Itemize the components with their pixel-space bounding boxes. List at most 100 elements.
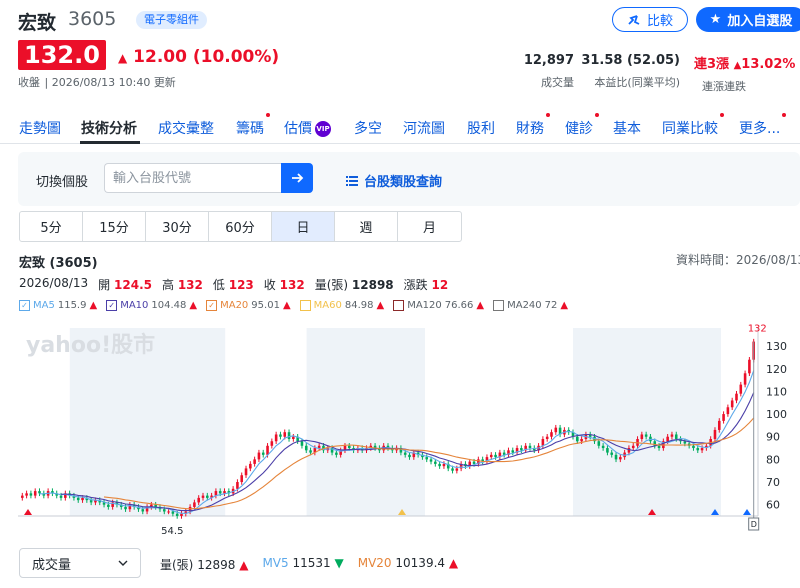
- mv20-value: MV20 10139.4 ▲: [357, 556, 459, 570]
- candle-body: [206, 495, 209, 498]
- candle-body: [520, 448, 523, 451]
- category-search-link[interactable]: 台股類股查詢: [346, 171, 442, 190]
- candle-body: [218, 491, 222, 494]
- last-price-label: 132: [748, 324, 767, 335]
- candle-body: [236, 482, 239, 489]
- candle-body: [528, 445, 532, 449]
- nav-more[interactable]: 更多...: [739, 113, 787, 138]
- candle-body: [76, 497, 80, 501]
- candle-body: [722, 414, 725, 421]
- candle-body: [33, 491, 37, 496]
- candle-body: [257, 452, 261, 460]
- nav-peers[interactable]: 同業比較: [662, 113, 724, 138]
- stat-volume-label: 成交量: [541, 76, 574, 89]
- candle-body: [266, 445, 269, 455]
- candle-body: [631, 445, 635, 449]
- candle-body: [580, 438, 583, 442]
- candle-body: [429, 459, 433, 462]
- add-watchlist-button[interactable]: ★ 加入自選股: [696, 7, 800, 32]
- ma-toggle-ma20[interactable]: ✓ MA20 95.01 ▲: [206, 300, 291, 311]
- checkbox-icon: ✓: [106, 300, 118, 311]
- nav-health[interactable]: 健診: [565, 113, 599, 138]
- candle-body: [283, 432, 287, 437]
- nav-trades[interactable]: 成交彙整: [158, 118, 214, 138]
- candle-body: [279, 434, 282, 437]
- compare-icon: [628, 14, 640, 25]
- period-tab-day[interactable]: 日: [272, 212, 335, 241]
- candle-body: [717, 420, 721, 430]
- compare-button[interactable]: 比較: [612, 7, 688, 32]
- chart-title: 宏致 (3605): [19, 256, 98, 271]
- date-marker-label: D: [751, 520, 757, 529]
- candle-body: [201, 495, 205, 498]
- nav-financial[interactable]: 財務: [516, 113, 550, 138]
- nav-valuation[interactable]: 估價 VIP: [284, 118, 331, 138]
- nav-basic[interactable]: 基本: [613, 118, 641, 138]
- candle-body: [735, 393, 738, 401]
- category-tag[interactable]: 電子零組件: [136, 11, 207, 29]
- ma-toggle-ma120[interactable]: MA120 76.66 ▲: [393, 300, 484, 311]
- candle-body: [644, 434, 648, 437]
- stock-header: 宏致 3605 電子零組件 比較 ★ 加入自選股 132.0 ▲ 12.00 (…: [0, 0, 800, 100]
- candle-body: [700, 448, 704, 451]
- checkbox-icon: [393, 300, 405, 311]
- candle-body: [726, 407, 730, 415]
- candle-body: [739, 384, 743, 394]
- market-status-label: 收盤: [18, 76, 40, 89]
- period-tab-5min[interactable]: 5分: [20, 212, 83, 241]
- period-tab-15min[interactable]: 15分: [83, 212, 146, 241]
- period-tab-month[interactable]: 月: [398, 212, 461, 241]
- candle-body: [425, 457, 429, 460]
- candle-body: [141, 509, 145, 512]
- ohlc-volume: 量(張) 12898: [314, 278, 394, 292]
- candle-body: [408, 454, 411, 458]
- candle-body: [511, 450, 515, 453]
- stock-name: 宏致: [18, 12, 57, 34]
- candle-body: [244, 468, 248, 476]
- data-time: 資料時間：2026/08/13: [676, 253, 800, 267]
- period-tab-30min[interactable]: 30分: [146, 212, 209, 241]
- nav-longshort[interactable]: 多空: [354, 118, 382, 138]
- ohlc-high: 高 132: [161, 278, 203, 292]
- ma-toggle-ma60[interactable]: MA60 84.98 ▲: [299, 300, 384, 311]
- candlestick-chart[interactable]: 60 70 80 90 100 110 120 130 yahoo!股市 132 54.5 D: [18, 320, 800, 536]
- candle-body: [197, 497, 200, 503]
- candle-body: [692, 445, 695, 449]
- nav-dividend[interactable]: 股利: [467, 118, 495, 138]
- period-tab-week[interactable]: 週: [335, 212, 398, 241]
- candle-body: [180, 513, 183, 516]
- stock-search-input[interactable]: [104, 163, 284, 193]
- period-tab-60min[interactable]: 60分: [209, 212, 272, 241]
- y-tick-label: 70: [766, 476, 780, 489]
- search-submit-button[interactable]: [281, 163, 313, 193]
- nav-technical[interactable]: 技術分析: [81, 118, 137, 138]
- candle-body: [107, 504, 110, 507]
- candle-body: [171, 511, 175, 514]
- candle-body: [162, 509, 166, 512]
- indicator-select[interactable]: 成交量: [19, 548, 141, 578]
- stat-pe: 31.58 (52.05) 本益比(同業平均): [581, 53, 680, 90]
- ohlc-open: 開 124.5: [98, 278, 152, 292]
- candle-body: [81, 497, 84, 501]
- nav-chips[interactable]: 籌碼: [236, 113, 270, 138]
- stat-pe-label: 本益比(同業平均): [594, 76, 680, 89]
- ma-toggle-ma5[interactable]: ✓ MA5 115.9 ▲: [19, 300, 97, 311]
- candle-body: [167, 511, 170, 513]
- ma-toggle-ma10[interactable]: ✓ MA10 104.48 ▲: [106, 300, 197, 311]
- candle-body: [472, 461, 476, 464]
- ma-toggle-ma240[interactable]: MA240 72 ▲: [493, 300, 568, 311]
- checkbox-icon: ✓: [19, 300, 30, 311]
- stat-streak: 連3漲 ▲13.02% 連漲連跌: [694, 53, 795, 94]
- stat-streak-percent: 13.02%: [741, 57, 796, 72]
- ma-legend: ✓ MA5 115.9 ▲ ✓ MA10 104.48 ▲ ✓ MA20 95.01 ▲ MA60…: [19, 300, 568, 311]
- candle-body: [550, 432, 553, 437]
- candle-body: [743, 373, 747, 385]
- candle-body: [249, 463, 252, 469]
- nav-trend[interactable]: 走勢圖: [19, 118, 61, 138]
- candle-body: [253, 459, 256, 464]
- nav-river[interactable]: 河流圖: [403, 118, 445, 138]
- candle-body: [38, 491, 41, 494]
- candle-body: [240, 475, 244, 483]
- add-watchlist-label: 加入自選股: [727, 14, 793, 29]
- mv5-value: MV5 11531 ▼: [262, 556, 344, 570]
